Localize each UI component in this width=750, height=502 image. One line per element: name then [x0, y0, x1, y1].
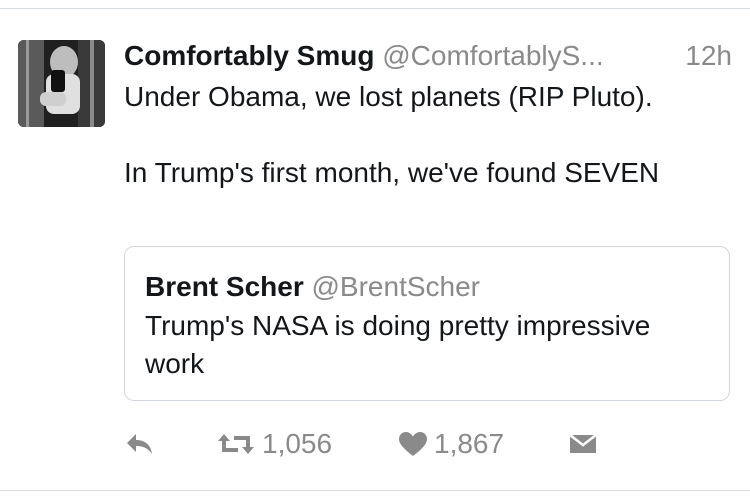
author-handle[interactable]: @ComfortablyS...: [382, 40, 603, 71]
quoted-tweet-line: work: [145, 348, 205, 379]
retweet-icon: [218, 434, 254, 454]
quoted-tweet-header: Brent Scher @BrentScher: [145, 269, 480, 305]
avatar-photo: [18, 40, 105, 127]
direct-message-button[interactable]: [568, 424, 598, 464]
tweet-actions: 1,056 1,867: [124, 424, 724, 464]
tweet-line: Under Obama, we lost planets (RIP Pluto)…: [124, 81, 653, 112]
quoted-author-name: Brent Scher: [145, 271, 304, 302]
quoted-tweet-text: Trump's NASA is doing pretty impressive …: [145, 307, 715, 383]
tweet-header: Comfortably Smug @ComfortablyS... 12h: [124, 38, 750, 74]
tweet-text: Under Obama, we lost planets (RIP Pluto)…: [124, 78, 734, 192]
direct-message-icon: [569, 434, 597, 453]
quoted-tweet-card[interactable]: Brent Scher @BrentScher Trump's NASA is …: [124, 246, 730, 401]
author-name[interactable]: Comfortably Smug: [124, 40, 374, 71]
bottom-divider: [0, 490, 750, 491]
like-icon: [399, 432, 427, 456]
like-button[interactable]: 1,867: [398, 424, 504, 464]
quoted-author-handle: @BrentScher: [311, 271, 481, 302]
like-count: 1,867: [434, 428, 505, 459]
top-divider: [0, 8, 750, 9]
reply-button[interactable]: [124, 424, 156, 464]
reply-icon: [127, 434, 152, 454]
tweet-timestamp[interactable]: 12h: [685, 38, 732, 74]
tweet-line: In Trump's first month, we've found SEVE…: [124, 157, 660, 188]
avatar[interactable]: [18, 40, 105, 127]
quoted-tweet-line: Trump's NASA is doing pretty impressive: [145, 310, 651, 341]
retweet-count: 1,056: [262, 428, 333, 459]
retweet-button[interactable]: 1,056: [216, 424, 332, 464]
